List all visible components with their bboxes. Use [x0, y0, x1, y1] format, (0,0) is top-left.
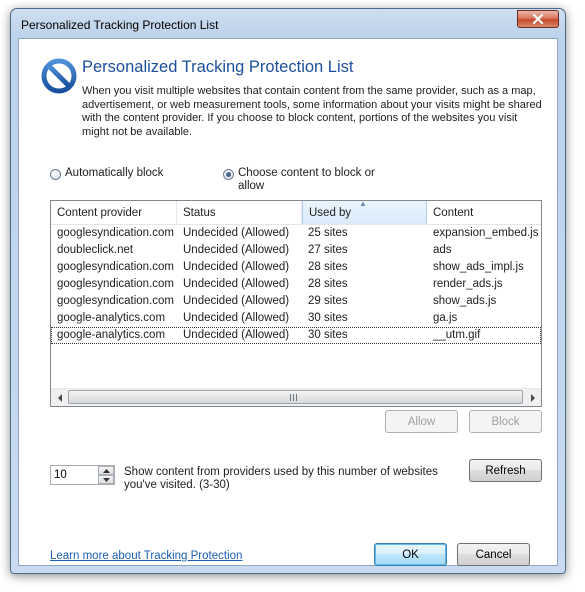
table-row[interactable]: googlesyndication.com Undecided (Allowed)… — [51, 293, 541, 310]
cell-used-by: 28 sites — [308, 261, 348, 273]
radio-choose-content[interactable]: Choose content to block or allow — [223, 167, 383, 193]
cell-content-provider: googlesyndication.com — [57, 295, 174, 307]
cell-content-provider: googlesyndication.com — [57, 261, 174, 273]
cell-content: ga.js — [433, 312, 458, 324]
radio-label-auto: Automatically block — [65, 167, 164, 179]
table-row[interactable]: googlesyndication.com Undecided (Allowed)… — [51, 259, 541, 276]
cell-content: show_ads.js — [433, 295, 497, 307]
cell-used-by: 27 sites — [308, 244, 348, 256]
cell-used-by: 30 sites — [308, 329, 348, 341]
table-row[interactable]: googlesyndication.com Undecided (Allowed)… — [51, 276, 541, 293]
threshold-label: Show content from providers used by this… — [124, 466, 438, 491]
horizontal-scrollbar[interactable] — [51, 388, 541, 406]
threshold-input[interactable] — [51, 466, 100, 484]
ok-button[interactable]: OK — [374, 543, 447, 566]
scrollbar-thumb[interactable] — [68, 390, 523, 404]
blocked-circle-icon — [41, 58, 77, 94]
cell-status: Undecided (Allowed) — [183, 295, 290, 307]
refresh-button[interactable]: Refresh — [469, 459, 542, 482]
dialog-window: Personalized Tracking Protection List Pe… — [10, 8, 566, 574]
cell-status: Undecided (Allowed) — [183, 329, 290, 341]
cell-content-provider: googlesyndication.com — [57, 278, 174, 290]
learn-more-link[interactable]: Learn more about Tracking Protection — [50, 550, 242, 562]
column-header-status[interactable]: Status — [177, 201, 302, 224]
dialog-client-area: Personalized Tracking Protection List Wh… — [18, 38, 558, 566]
page-title: Personalized Tracking Protection List — [82, 58, 354, 76]
cell-status: Undecided (Allowed) — [183, 244, 290, 256]
column-header-content[interactable]: Content — [427, 201, 541, 224]
sort-ascending-icon: ▲ — [359, 200, 367, 208]
chevron-right-icon — [530, 393, 535, 402]
radio-automatically-block[interactable]: Automatically block — [50, 167, 163, 180]
cell-content: render_ads.js — [433, 278, 503, 290]
radio-indicator[interactable] — [50, 169, 61, 180]
list-body: googlesyndication.com Undecided (Allowed)… — [51, 225, 541, 344]
stepper-down-button[interactable] — [98, 475, 114, 484]
table-row[interactable]: google-analytics.com Undecided (Allowed) 3… — [51, 327, 541, 344]
radio-indicator-selected[interactable] — [223, 169, 234, 180]
description-text: When you visit multiple websites that co… — [82, 85, 542, 138]
cell-used-by: 25 sites — [308, 227, 348, 239]
block-button[interactable]: Block — [469, 410, 542, 433]
radio-label-choose: Choose content to block or allow — [238, 167, 375, 192]
column-header-used-by[interactable]: ▲ Used by — [302, 201, 427, 224]
scroll-left-button[interactable] — [51, 389, 68, 406]
close-button[interactable] — [517, 10, 559, 28]
grip-icon — [290, 394, 298, 401]
column-header-content-provider[interactable]: Content provider — [51, 201, 177, 224]
cell-content: __utm.gif — [433, 329, 481, 341]
cell-used-by: 28 sites — [308, 278, 348, 290]
scroll-right-button[interactable] — [524, 389, 541, 406]
cell-content-provider: google-analytics.com — [57, 312, 166, 324]
cell-content: ads — [433, 244, 452, 256]
chevron-left-icon — [57, 393, 62, 402]
cell-used-by: 29 sites — [308, 295, 348, 307]
threshold-stepper[interactable] — [50, 465, 115, 485]
chevron-down-icon — [102, 477, 110, 482]
chevron-up-icon — [102, 468, 110, 473]
list-header: Content provider Status ▲ Used by Conten… — [51, 201, 541, 225]
cell-content-provider: doubleclick.net — [57, 244, 134, 256]
cell-status: Undecided (Allowed) — [183, 227, 290, 239]
cell-status: Undecided (Allowed) — [183, 312, 290, 324]
table-row[interactable]: google-analytics.com Undecided (Allowed) 3… — [51, 310, 541, 327]
cell-content-provider: googlesyndication.com — [57, 227, 174, 239]
window-title: Personalized Tracking Protection List — [21, 18, 219, 32]
cell-content: show_ads_impl.js — [433, 261, 524, 273]
cell-used-by: 30 sites — [308, 312, 348, 324]
close-icon — [532, 14, 544, 24]
cancel-button[interactable]: Cancel — [457, 543, 530, 566]
table-row[interactable]: doubleclick.net Undecided (Allowed) 27 sit… — [51, 242, 541, 259]
table-row[interactable]: googlesyndication.com Undecided (Allowed)… — [51, 225, 541, 242]
cell-content: expansion_embed.js — [433, 227, 539, 239]
cell-status: Undecided (Allowed) — [183, 278, 290, 290]
title-bar[interactable]: Personalized Tracking Protection List — [11, 9, 565, 39]
allow-button[interactable]: Allow — [385, 410, 458, 433]
column-header-used-by-label: Used by — [309, 207, 352, 219]
content-provider-list[interactable]: Content provider Status ▲ Used by Conten… — [50, 200, 542, 407]
stepper-up-button[interactable] — [98, 466, 114, 475]
cell-status: Undecided (Allowed) — [183, 261, 290, 273]
cell-content-provider: google-analytics.com — [57, 329, 166, 341]
